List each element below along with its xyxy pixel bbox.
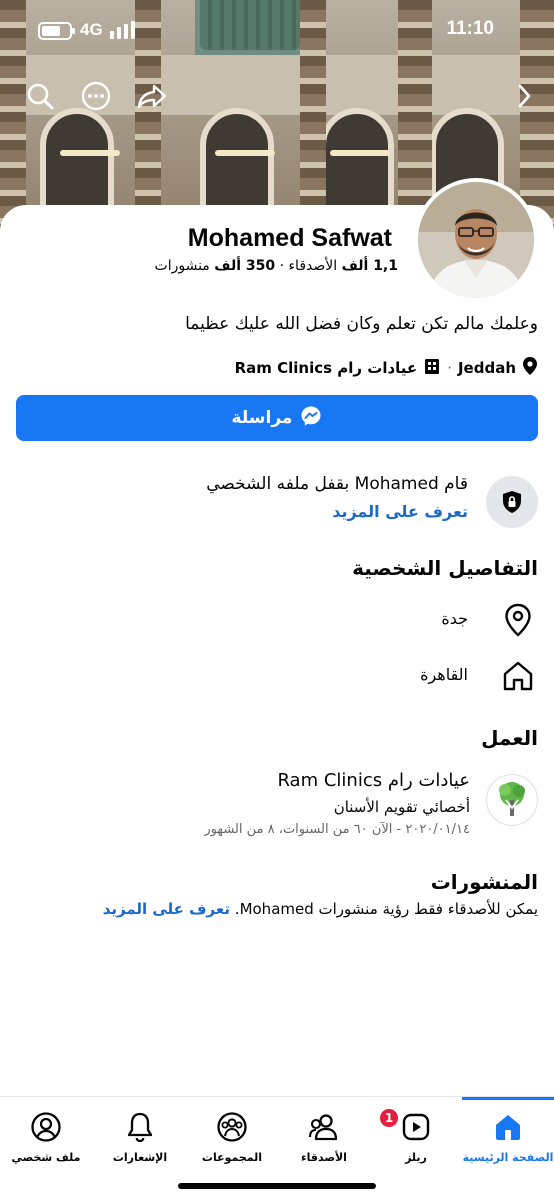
home-icon (498, 656, 538, 696)
friends-count: 1,1 ألف (341, 258, 398, 274)
posts-count: 350 ألف (214, 258, 276, 274)
profile-name: Mohamed Safwat (187, 224, 392, 252)
workplace-text[interactable]: عيادات رام Ram Clinics (235, 359, 418, 377)
reels-badge: 1 (378, 1107, 400, 1129)
location-pin-icon (498, 600, 538, 640)
work-title: العمل (481, 726, 538, 750)
tab-notifications-label: الإشعارات (112, 1151, 168, 1164)
tab-groups-label: المجموعات (201, 1151, 263, 1164)
detail-hometown: القاهرة (18, 656, 538, 696)
tab-reels-label: ريلز (405, 1151, 427, 1164)
message-button-label: مراسلة (231, 408, 293, 428)
share-icon[interactable] (134, 78, 170, 114)
network-type: 4G (80, 20, 103, 39)
posts-notice-text: يمكن للأصدقاء فقط رؤية منشورات Mohamed. (234, 900, 538, 918)
bell-icon (124, 1111, 156, 1143)
tab-friends-label: الأصدقاء (301, 1151, 347, 1164)
home-indicator (178, 1183, 376, 1189)
status-time: 11:10 (446, 18, 494, 39)
profile-card (0, 205, 554, 1100)
work-company: عيادات رام Ram Clinics (277, 770, 470, 791)
friends-icon (308, 1111, 340, 1143)
profile-stats[interactable]: 1,1 ألف الأصدقاء · 350 ألف منشورات (155, 258, 398, 274)
detail-current-city: جدة (18, 600, 538, 640)
work-role: أخصائي تقويم الأسنان (333, 798, 470, 816)
tab-home[interactable]: الصفحة الرئيسية (462, 1097, 554, 1177)
work-entry[interactable]: عيادات رام Ram Clinics أخصائي تقويم الأس… (18, 770, 538, 850)
profile-meta: Jeddah · عيادات رام Ram Clinics (235, 356, 538, 380)
signal-icon (110, 21, 136, 39)
details-title: التفاصيل الشخصية (352, 556, 538, 580)
friends-label: الأصدقاء (288, 258, 338, 274)
battery-icon (38, 22, 75, 40)
tab-reels[interactable]: 1 ريلز (370, 1097, 462, 1177)
profile-icon (30, 1111, 62, 1143)
location-pin-icon (522, 356, 538, 380)
tab-notifications[interactable]: الإشعارات (94, 1097, 186, 1177)
tab-groups[interactable]: المجموعات (186, 1097, 278, 1177)
stats-separator: · (279, 258, 285, 274)
locked-profile-text: قام Mohamed بقفل ملفه الشخصي (206, 474, 468, 494)
groups-icon (216, 1111, 248, 1143)
meta-separator: · (447, 359, 452, 377)
messenger-icon (300, 405, 322, 432)
tab-profile[interactable]: ملف شخصي (0, 1097, 92, 1177)
posts-learn-more-link[interactable]: تعرف على المزيد (103, 900, 230, 918)
work-dates: ٢٠٢٠/٠١/١٤ - الآن ٦٠ من السنوات، ٨ من ال… (204, 822, 470, 837)
more-icon[interactable] (78, 78, 114, 114)
tab-home-label: الصفحة الرئيسية (462, 1151, 554, 1164)
profile-bio: وعلمك مالم تكن تعلم وكان فضل الله عليك ع… (185, 314, 538, 334)
locked-profile-notice: قام Mohamed بقفل ملفه الشخصي تعرف على ال… (18, 474, 538, 530)
posts-title: المنشورات (430, 870, 538, 894)
ram-clinics-logo (486, 774, 538, 826)
avatar[interactable] (414, 178, 538, 302)
tab-friends[interactable]: الأصدقاء (278, 1097, 370, 1177)
home-icon (492, 1111, 524, 1143)
posts-label: منشورات (154, 258, 210, 274)
learn-more-link[interactable]: تعرف على المزيد (332, 502, 468, 521)
building-icon (423, 357, 441, 379)
location-text[interactable]: Jeddah (458, 359, 516, 377)
tab-profile-label: ملف شخصي (11, 1151, 81, 1164)
reels-icon (400, 1111, 432, 1143)
shield-lock-icon (486, 476, 538, 528)
chevron-right-icon[interactable] (506, 78, 542, 114)
current-city: جدة (441, 609, 468, 628)
search-icon[interactable] (22, 78, 58, 114)
posts-notice: يمكن للأصدقاء فقط رؤية منشورات Mohamed. … (103, 900, 538, 918)
message-button[interactable]: مراسلة (16, 395, 538, 441)
hometown: القاهرة (420, 665, 468, 684)
status-bar: 4G 11:10 (0, 18, 554, 46)
